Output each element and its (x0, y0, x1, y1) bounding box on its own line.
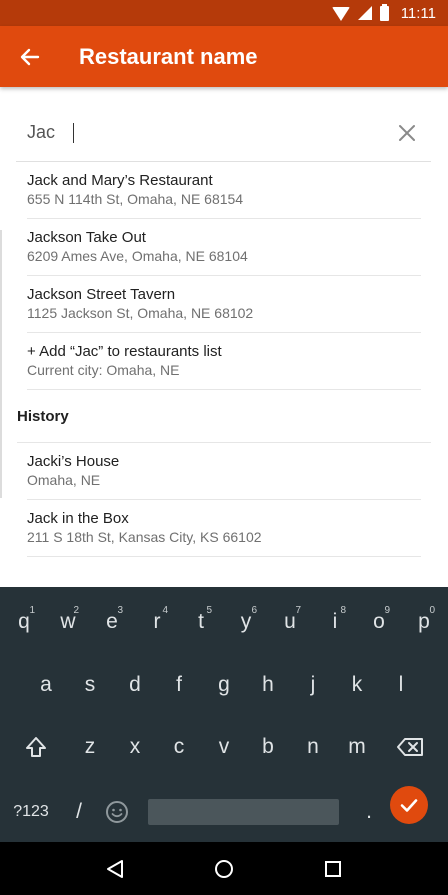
key-v[interactable]: v (204, 722, 244, 772)
key-y[interactable]: y6 (226, 597, 266, 647)
nav-back-button[interactable] (90, 844, 140, 894)
restaurant-address: Omaha, NE (27, 472, 101, 488)
search-input[interactable] (16, 112, 383, 153)
restaurant-name: Jacki’s House (27, 453, 120, 470)
keyboard: q1 w2 e3 r4 t5 y6 u7 i8 o9 p0 a s d f g … (0, 587, 448, 842)
done-button[interactable] (390, 786, 428, 824)
list-item[interactable]: Jack and Mary’s Restaurant 655 N 114th S… (27, 162, 421, 219)
slash-key[interactable]: / (59, 787, 99, 837)
restaurant-name: Jackson Street Tavern (27, 286, 176, 303)
add-restaurant-item[interactable]: + Add “Jac” to restaurants list Current … (27, 333, 421, 390)
status-bar: 11:11 (0, 0, 448, 26)
square-recents-icon (325, 860, 342, 877)
key-n[interactable]: n (293, 722, 333, 772)
wifi-icon (331, 7, 350, 21)
key-w[interactable]: w2 (48, 597, 88, 647)
restaurant-name: Jack in the Box (27, 510, 129, 527)
checkmark-icon (400, 799, 418, 812)
key-k[interactable]: k (337, 660, 377, 710)
key-r[interactable]: r4 (137, 597, 177, 647)
shift-icon (26, 737, 46, 757)
navigation-bar (0, 842, 448, 895)
list-item[interactable]: Jackson Street Tavern 1125 Jackson St, O… (27, 276, 421, 333)
key-o[interactable]: o9 (359, 597, 399, 647)
restaurant-address: 1125 Jackson St, Omaha, NE 68102 (27, 305, 254, 321)
close-icon (399, 124, 415, 141)
key-p[interactable]: p0 (404, 597, 444, 647)
key-s[interactable]: s (70, 660, 110, 710)
key-c[interactable]: c (159, 722, 199, 772)
emoji-icon (106, 801, 128, 823)
key-m[interactable]: m (337, 722, 377, 772)
shift-key[interactable] (16, 722, 56, 772)
key-u[interactable]: u7 (270, 597, 310, 647)
key-f[interactable]: f (159, 660, 199, 710)
search-row (16, 104, 431, 162)
key-t[interactable]: t5 (181, 597, 221, 647)
app-bar: Restaurant name (0, 26, 448, 87)
arrow-back-icon (20, 48, 40, 65)
triangle-back-icon (106, 859, 123, 878)
key-i[interactable]: i8 (315, 597, 355, 647)
key-z[interactable]: z (70, 722, 110, 772)
list-item[interactable]: Jackson Take Out 6209 Ames Ave, Omaha, N… (27, 219, 421, 276)
history-item[interactable]: Jacki’s House Omaha, NE (27, 443, 421, 500)
key-j[interactable]: j (293, 660, 333, 710)
key-l[interactable]: l (381, 660, 421, 710)
clock: 11:11 (400, 4, 436, 22)
key-h[interactable]: h (248, 660, 288, 710)
key-q[interactable]: q1 (4, 597, 44, 647)
restaurant-address: 655 N 114th St, Omaha, NE 68154 (27, 191, 244, 207)
key-b[interactable]: b (248, 722, 288, 772)
nav-recents-button[interactable] (308, 844, 358, 894)
key-a[interactable]: a (26, 660, 66, 710)
key-e[interactable]: e3 (92, 597, 132, 647)
add-restaurant-label: + Add “Jac” to restaurants list (27, 343, 222, 360)
current-city-label: Current city: Omaha, NE (27, 362, 180, 378)
page-title: Restaurant name (79, 43, 258, 69)
history-header: History (17, 390, 431, 443)
key-x[interactable]: x (115, 722, 155, 772)
restaurant-name: Jack and Mary’s Restaurant (27, 172, 213, 189)
nav-home-button[interactable] (199, 844, 249, 894)
text-cursor (73, 123, 74, 143)
key-d[interactable]: d (115, 660, 155, 710)
results-list: Jack and Mary’s Restaurant 655 N 114th S… (0, 162, 448, 557)
signal-icon (357, 6, 372, 20)
restaurant-name: Jackson Take Out (27, 229, 146, 246)
circle-home-icon (214, 859, 233, 878)
backspace-icon (397, 738, 423, 756)
period-key[interactable]: . (349, 787, 389, 837)
history-item[interactable]: Jack in the Box 211 S 18th St, Kansas Ci… (27, 500, 421, 557)
spacebar[interactable] (148, 799, 339, 825)
symbols-key[interactable]: ?123 (8, 787, 54, 837)
backspace-key[interactable] (390, 722, 430, 772)
restaurant-address: 211 S 18th St, Kansas City, KS 66102 (27, 529, 262, 545)
key-g[interactable]: g (204, 660, 244, 710)
clear-button[interactable] (383, 109, 431, 157)
back-button[interactable] (0, 26, 60, 87)
battery-icon (379, 3, 389, 21)
restaurant-address: 6209 Ames Ave, Omaha, NE 68104 (27, 248, 248, 264)
emoji-key[interactable] (97, 787, 137, 837)
